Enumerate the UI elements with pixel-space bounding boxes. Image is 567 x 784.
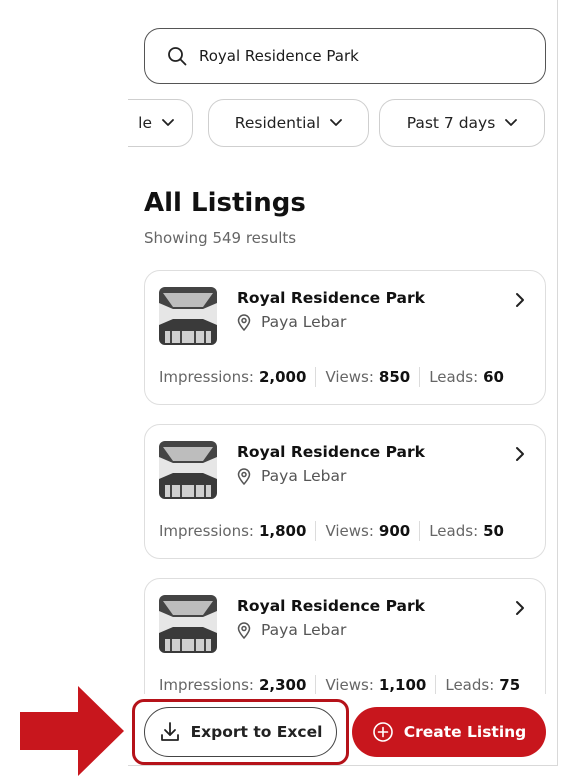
annotation-highlight-box [132,699,349,765]
location-pin-icon [237,621,253,639]
listing-stats: Impressions: 2,300 Views: 1,100 Leads: 75 [159,675,520,695]
divider [419,367,421,387]
location-pin-icon [237,467,253,485]
chevron-down-icon [162,119,174,126]
search-icon [167,46,187,66]
app-screen: le Residential Past 7 days All Listings … [128,0,558,766]
chevron-down-icon [505,119,518,126]
impressions-value: 1,800 [258,522,307,540]
listing-stats: Impressions: 2,000 Views: 850 Leads: 60 [159,367,504,387]
search-input[interactable] [199,47,519,65]
filter-chip-label: le [138,114,152,132]
views-label: Views: [325,368,374,386]
listing-thumbnail [159,441,217,499]
listing-name: Royal Residence Park [237,289,425,307]
listing-name: Royal Residence Park [237,443,425,461]
listing-location-label: Paya Lebar [261,621,347,639]
divider [315,521,317,541]
filter-chips: le Residential Past 7 days [128,99,557,147]
chevron-right-icon[interactable] [513,291,527,309]
listing-name: Royal Residence Park [237,597,425,615]
leads-label: Leads: [429,522,479,540]
create-button-label: Create Listing [403,723,527,741]
leads-value: 75 [499,676,521,694]
plus-circle-icon [372,721,394,743]
search-bar[interactable] [144,28,546,84]
filter-chip-listing-type[interactable]: le [128,99,193,147]
filter-chip-date-range[interactable]: Past 7 days [379,99,545,147]
divider [435,675,437,695]
chevron-down-icon [330,119,343,126]
listing-location: Paya Lebar [237,313,346,331]
chevron-right-icon[interactable] [513,599,527,617]
listing-location: Paya Lebar [237,467,346,485]
listing-location-label: Paya Lebar [261,467,347,485]
divider [315,367,317,387]
chevron-right-icon[interactable] [513,445,527,463]
views-value: 900 [378,522,411,540]
impressions-label: Impressions: [159,522,254,540]
filter-chip-label: Past 7 days [406,114,496,132]
page-title: All Listings [144,188,306,218]
listing-card[interactable]: Royal Residence Park Paya Lebar Impressi… [144,578,546,713]
location-pin-icon [237,313,253,331]
leads-value: 50 [483,522,504,540]
listing-thumbnail [159,595,217,653]
listing-thumbnail [159,287,217,345]
views-value: 1,100 [378,676,427,694]
listing-card[interactable]: Royal Residence Park Paya Lebar Impressi… [144,424,546,559]
listing-card[interactable]: Royal Residence Park Paya Lebar Impressi… [144,270,546,405]
create-listing-button[interactable]: Create Listing [352,707,546,757]
divider [315,675,317,695]
listing-location: Paya Lebar [237,621,346,639]
divider [419,521,421,541]
views-label: Views: [325,522,374,540]
leads-value: 60 [483,368,504,386]
impressions-label: Impressions: [159,368,254,386]
listing-stats: Impressions: 1,800 Views: 900 Leads: 50 [159,521,504,541]
impressions-value: 2,000 [258,368,307,386]
views-label: Views: [325,676,374,694]
listing-location-label: Paya Lebar [261,313,347,331]
filter-chip-property-type[interactable]: Residential [208,99,369,147]
views-value: 850 [378,368,411,386]
filter-chip-label: Residential [234,114,321,132]
results-count: Showing 549 results [144,229,297,247]
impressions-label: Impressions: [159,676,254,694]
leads-label: Leads: [445,676,495,694]
leads-label: Leads: [429,368,479,386]
annotation-arrow-icon [20,686,124,776]
impressions-value: 2,300 [258,676,307,694]
